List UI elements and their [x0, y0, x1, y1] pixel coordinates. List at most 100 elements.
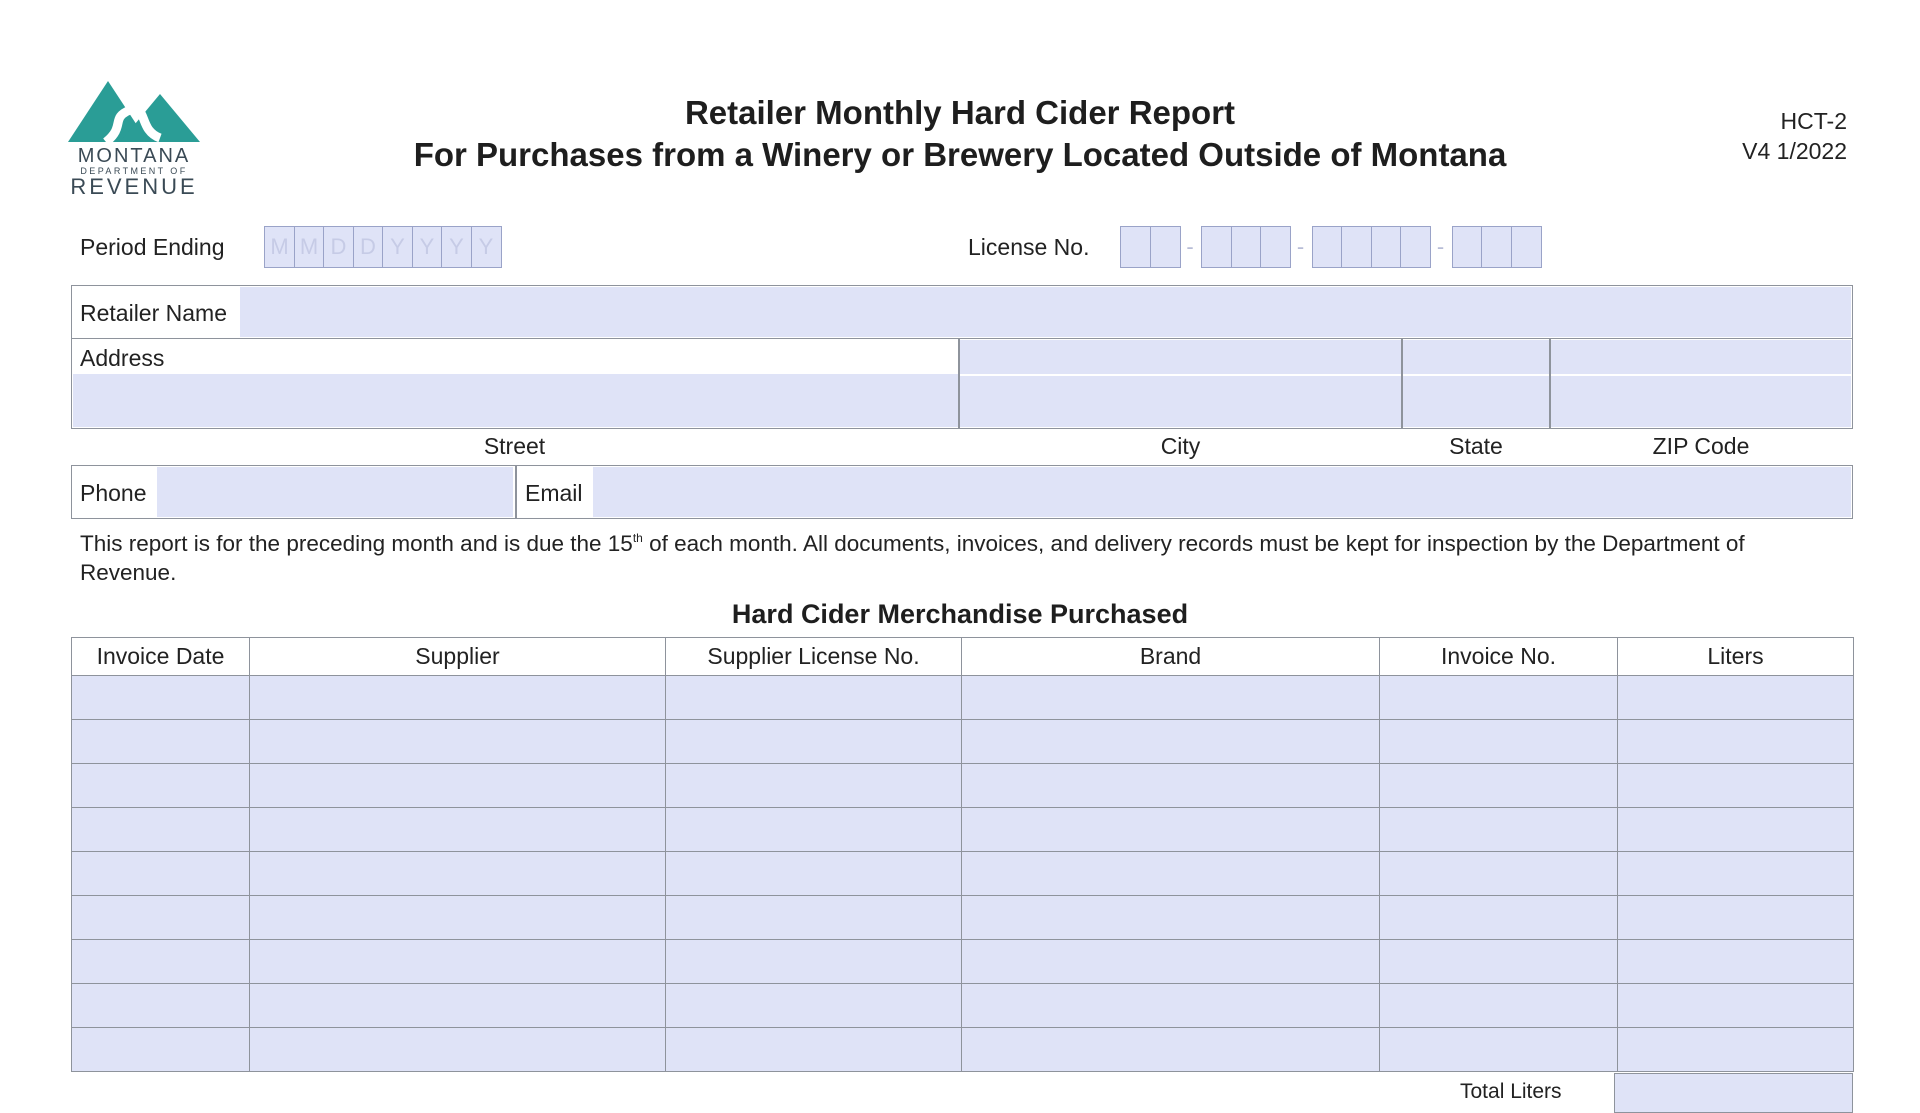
license-digit-box[interactable]: [1201, 226, 1232, 268]
cell-supplier-license-no[interactable]: [665, 983, 962, 1028]
cell-supplier[interactable]: [249, 851, 666, 896]
cell-brand[interactable]: [961, 851, 1380, 896]
period-digit-box[interactable]: Y: [470, 226, 502, 268]
cell-supplier-license-no[interactable]: [665, 807, 962, 852]
cell-invoice-no[interactable]: [1379, 939, 1618, 984]
cell-supplier-license-no[interactable]: [665, 895, 962, 940]
cell-supplier[interactable]: [249, 807, 666, 852]
cell-supplier-license-no[interactable]: [665, 851, 962, 896]
address-label: Address: [80, 345, 165, 371]
cell-invoice-date[interactable]: [71, 895, 250, 940]
cell-liters[interactable]: [1617, 719, 1854, 764]
cell-brand[interactable]: [961, 675, 1380, 720]
zip-code-field[interactable]: [1551, 340, 1851, 427]
mountain-logo-icon: [68, 81, 200, 144]
table-row: [71, 1027, 1854, 1072]
cell-supplier[interactable]: [249, 763, 666, 808]
license-digit-box[interactable]: [1451, 226, 1483, 268]
period-digit-box[interactable]: M: [293, 226, 325, 268]
email-field[interactable]: [593, 467, 1851, 517]
cell-supplier[interactable]: [249, 895, 666, 940]
cell-brand[interactable]: [961, 719, 1380, 764]
cell-invoice-date[interactable]: [71, 939, 250, 984]
license-digit-box[interactable]: [1370, 226, 1402, 268]
license-digit-box[interactable]: [1120, 226, 1151, 268]
column-header-supplier-license-no: Supplier License No.: [665, 637, 962, 676]
cell-invoice-no[interactable]: [1379, 763, 1618, 808]
cell-supplier[interactable]: [249, 1027, 666, 1072]
column-header-supplier: Supplier: [249, 637, 666, 676]
cell-brand[interactable]: [961, 763, 1380, 808]
cell-brand[interactable]: [961, 939, 1380, 984]
cell-invoice-no[interactable]: [1379, 1027, 1618, 1072]
cell-invoice-no[interactable]: [1379, 807, 1618, 852]
cell-invoice-date[interactable]: [71, 675, 250, 720]
cell-liters[interactable]: [1617, 939, 1854, 984]
cell-invoice-date[interactable]: [71, 983, 250, 1028]
address-divider: [1549, 338, 1551, 429]
cell-supplier-license-no[interactable]: [665, 939, 962, 984]
period-digit-box[interactable]: D: [352, 226, 384, 268]
cell-supplier-license-no[interactable]: [665, 675, 962, 720]
period-digit-box[interactable]: D: [323, 226, 354, 268]
period-digit-box[interactable]: Y: [382, 226, 413, 268]
cell-brand[interactable]: [961, 895, 1380, 940]
cell-supplier[interactable]: [249, 939, 666, 984]
total-liters-field[interactable]: [1614, 1073, 1853, 1113]
license-digit-box[interactable]: [1481, 226, 1512, 268]
cell-liters[interactable]: [1617, 983, 1854, 1028]
license-digit-box[interactable]: [1400, 226, 1431, 268]
cell-invoice-date[interactable]: [71, 763, 250, 808]
license-digit-box[interactable]: [1510, 226, 1542, 268]
cell-supplier-license-no[interactable]: [665, 719, 962, 764]
zip-code-caption: ZIP Code: [1652, 433, 1750, 459]
total-liters-label: Total Liters: [1460, 1080, 1562, 1103]
phone-field[interactable]: [157, 467, 513, 517]
period-digit-box[interactable]: Y: [411, 226, 443, 268]
license-digit-box[interactable]: [1149, 226, 1181, 268]
cell-invoice-no[interactable]: [1379, 719, 1618, 764]
period-ending-label: Period Ending: [80, 234, 225, 260]
table-row: [71, 719, 1854, 764]
logo-montana-text: MONTANA: [77, 145, 191, 167]
cell-supplier[interactable]: [249, 719, 666, 764]
cell-liters[interactable]: [1617, 895, 1854, 940]
license-digit-box[interactable]: [1341, 226, 1372, 268]
cell-liters[interactable]: [1617, 851, 1854, 896]
cell-invoice-date[interactable]: [71, 1027, 250, 1072]
cell-supplier-license-no[interactable]: [665, 1027, 962, 1072]
address-divider: [958, 338, 960, 429]
retailer-name-label: Retailer Name: [80, 300, 227, 326]
cell-supplier-license-no[interactable]: [665, 763, 962, 808]
license-separator: -: [1186, 234, 1194, 259]
state-field[interactable]: [1403, 340, 1549, 427]
license-digit-box[interactable]: [1260, 226, 1291, 268]
form-page: MONTANA DEPARTMENT OF REVENUE Retailer M…: [0, 0, 1920, 1113]
cell-supplier[interactable]: [249, 983, 666, 1028]
period-ending-input[interactable]: MMDDYYYY: [264, 226, 502, 268]
cell-invoice-date[interactable]: [71, 807, 250, 852]
license-digit-box[interactable]: [1311, 226, 1343, 268]
cell-supplier[interactable]: [249, 675, 666, 720]
cell-liters[interactable]: [1617, 807, 1854, 852]
cell-liters[interactable]: [1617, 763, 1854, 808]
cell-invoice-date[interactable]: [71, 719, 250, 764]
cell-brand[interactable]: [961, 807, 1380, 852]
cell-invoice-date[interactable]: [71, 851, 250, 896]
cell-brand[interactable]: [961, 983, 1380, 1028]
cell-invoice-no[interactable]: [1379, 851, 1618, 896]
cell-liters[interactable]: [1617, 1027, 1854, 1072]
period-digit-box[interactable]: Y: [441, 226, 472, 268]
form-version: V4 1/2022: [1742, 138, 1847, 164]
cell-brand[interactable]: [961, 1027, 1380, 1072]
license-digit-box[interactable]: [1230, 226, 1262, 268]
city-field[interactable]: [960, 340, 1401, 427]
cell-invoice-no[interactable]: [1379, 895, 1618, 940]
cell-invoice-no[interactable]: [1379, 983, 1618, 1028]
cell-liters[interactable]: [1617, 675, 1854, 720]
period-digit-box[interactable]: M: [264, 226, 295, 268]
retailer-name-field[interactable]: [240, 287, 1851, 337]
license-no-input[interactable]: ---: [1120, 226, 1542, 268]
street-field[interactable]: [73, 374, 958, 427]
cell-invoice-no[interactable]: [1379, 675, 1618, 720]
